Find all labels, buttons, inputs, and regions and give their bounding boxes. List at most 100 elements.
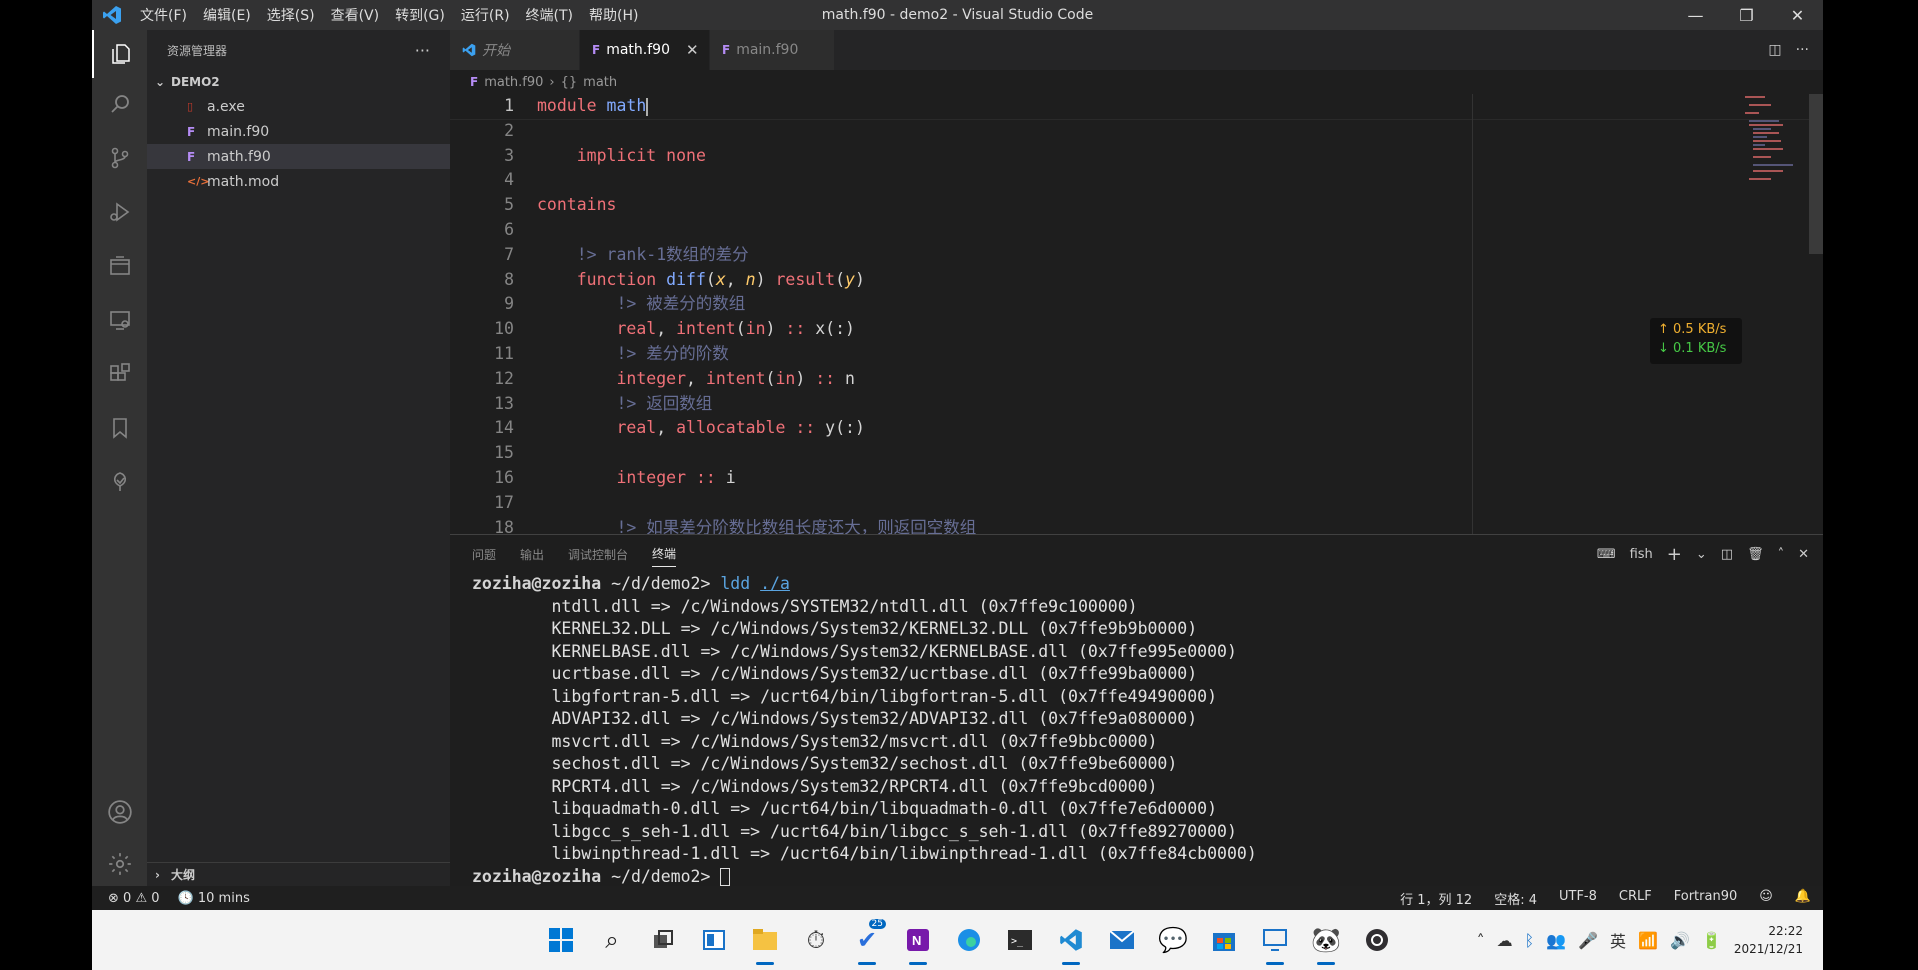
language-mode[interactable]: Fortran90: [1674, 889, 1738, 908]
source-control-icon[interactable]: [92, 134, 147, 182]
todo-icon[interactable]: ✔ 25: [848, 919, 886, 965]
code-line[interactable]: 1 module math: [450, 94, 1823, 120]
people-icon[interactable]: 👥: [1546, 931, 1566, 950]
code-line[interactable]: 12 integer, intent(in) :: n: [450, 367, 1823, 392]
code-line[interactable]: 16 integer :: i: [450, 466, 1823, 491]
widgets-icon[interactable]: [695, 921, 733, 959]
shell-name[interactable]: fish: [1630, 547, 1653, 562]
remote-explorer-icon[interactable]: [92, 296, 147, 344]
timer-status[interactable]: 🕓 10 mins: [178, 891, 250, 906]
code-line[interactable]: 11 !> 差分的阶数: [450, 342, 1823, 367]
file-item-a-exe[interactable]: ▯ a.exe: [147, 94, 450, 119]
code-line[interactable]: 18 !> 如果差分阶数比数组长度还大，则返回空数组: [450, 516, 1823, 534]
file-item-main-f90[interactable]: F main.f90: [147, 119, 450, 144]
task-view-icon[interactable]: [644, 921, 682, 959]
breadcrumb-symbol[interactable]: math: [583, 75, 617, 90]
restore-button[interactable]: ❐: [1721, 0, 1772, 30]
feedback-icon[interactable]: ☺: [1759, 889, 1773, 908]
code-line[interactable]: 9 !> 被差分的数组: [450, 292, 1823, 317]
tab-main-f90[interactable]: F main.f90: [710, 30, 835, 70]
code-line[interactable]: 10 real, intent(in) :: x(:): [450, 317, 1823, 342]
outline-section[interactable]: › 大纲: [147, 862, 450, 886]
start-menu-icon[interactable]: [542, 921, 580, 959]
search-icon[interactable]: ⌕: [593, 921, 631, 959]
ime-indicator[interactable]: 英: [1610, 928, 1626, 952]
terminal[interactable]: zoziha@zoziha ~/d/demo2> ldd ./a ntdll.d…: [450, 573, 1823, 888]
wifi-icon[interactable]: 📶: [1638, 931, 1658, 950]
code-line[interactable]: 2: [450, 119, 1823, 144]
code-line[interactable]: 14 real, allocatable :: y(:): [450, 416, 1823, 441]
onenote-icon[interactable]: N: [899, 921, 937, 965]
code-editor[interactable]: 1 module math 2 3 implicit none 4 5 contains 6 7…: [450, 94, 1823, 534]
wechat-icon[interactable]: 💬: [1154, 921, 1192, 959]
code-line[interactable]: 5 contains: [450, 193, 1823, 218]
tab-math-f90[interactable]: F math.f90 ✕: [580, 30, 710, 70]
close-tab-icon[interactable]: ✕: [686, 41, 699, 59]
close-panel-icon[interactable]: ✕: [1798, 547, 1809, 562]
split-editor-icon[interactable]: ◫: [1768, 42, 1781, 58]
chevron-up-icon[interactable]: ˄: [1477, 931, 1485, 950]
file-item-math-f90[interactable]: F math.f90: [147, 144, 450, 169]
remote-desktop-icon[interactable]: [1256, 921, 1294, 965]
more-actions-icon[interactable]: ···: [415, 41, 430, 60]
menu-run[interactable]: 运行(R): [453, 5, 518, 25]
close-window-button[interactable]: ✕: [1772, 0, 1823, 30]
more-actions-icon[interactable]: ···: [1796, 42, 1809, 58]
accounts-icon[interactable]: [92, 788, 147, 836]
minimap[interactable]: [1743, 94, 1809, 184]
vscode-app-icon[interactable]: [1052, 921, 1090, 965]
menu-file[interactable]: 文件(F): [132, 5, 195, 25]
code-line[interactable]: 17: [450, 491, 1823, 516]
bookmarks-icon[interactable]: [92, 404, 147, 452]
new-terminal-icon[interactable]: +: [1667, 544, 1682, 565]
scrollbar-thumb[interactable]: [1809, 94, 1823, 254]
clock-app-icon[interactable]: ⏱: [797, 921, 835, 959]
indentation[interactable]: 空格: 4: [1494, 889, 1537, 908]
code-line[interactable]: 13 !> 返回数组: [450, 392, 1823, 417]
menu-help[interactable]: 帮助(H): [581, 5, 646, 25]
onedrive-cloud-icon[interactable]: ☁: [1497, 931, 1513, 950]
menu-view[interactable]: 查看(V): [323, 5, 388, 25]
split-terminal-icon[interactable]: ◫: [1721, 547, 1733, 562]
tab-welcome[interactable]: 开始: [450, 30, 580, 70]
menu-go[interactable]: 转到(G): [387, 5, 453, 25]
tab-problems[interactable]: 问题: [472, 546, 496, 563]
menu-terminal[interactable]: 终端(T): [518, 5, 581, 25]
menu-selection[interactable]: 选择(S): [259, 5, 323, 25]
obs-icon[interactable]: [1358, 921, 1396, 959]
code-line[interactable]: 6: [450, 218, 1823, 243]
minimize-button[interactable]: —: [1670, 0, 1721, 30]
extensions-icon[interactable]: [92, 350, 147, 398]
breadcrumb-file[interactable]: math.f90: [484, 75, 543, 90]
cursor-position[interactable]: 行 1，列 12: [1400, 889, 1472, 908]
search-icon[interactable]: [92, 80, 147, 128]
file-explorer-icon[interactable]: [746, 921, 784, 965]
terminal-app-icon[interactable]: >_: [1001, 921, 1039, 959]
code-line[interactable]: 15: [450, 441, 1823, 466]
folder-section[interactable]: ⌄ DEMO2: [147, 70, 450, 94]
settings-gear-icon[interactable]: [92, 840, 147, 888]
encoding[interactable]: UTF-8: [1559, 889, 1597, 908]
menu-edit[interactable]: 编辑(E): [195, 5, 259, 25]
maximize-panel-icon[interactable]: ˄: [1778, 547, 1785, 562]
clock[interactable]: 22:22 2021/12/21: [1734, 922, 1803, 958]
store-icon[interactable]: [1205, 921, 1243, 959]
notifications-bell-icon[interactable]: 🔔: [1795, 889, 1811, 908]
tab-debug-console[interactable]: 调试控制台: [568, 546, 628, 563]
bluetooth-icon[interactable]: ᛒ: [1525, 931, 1535, 950]
explorer-icon[interactable]: [92, 30, 147, 78]
battery-icon[interactable]: 🔋: [1702, 931, 1722, 950]
chevron-down-icon[interactable]: ⌄: [1696, 547, 1707, 562]
code-line[interactable]: 8 function diff(x, n) result(y): [450, 268, 1823, 293]
trash-icon[interactable]: 🗑: [1747, 547, 1764, 562]
tab-terminal[interactable]: 终端: [652, 545, 677, 567]
code-line[interactable]: 4: [450, 168, 1823, 193]
edge-browser-icon[interactable]: [950, 921, 988, 959]
git-graph-icon[interactable]: [92, 458, 147, 506]
volume-icon[interactable]: 🔊: [1670, 931, 1690, 950]
code-line[interactable]: 3 implicit none: [450, 144, 1823, 169]
project-manager-icon[interactable]: [92, 242, 147, 290]
tab-output[interactable]: 输出: [520, 546, 544, 563]
microphone-icon[interactable]: 🎤: [1578, 931, 1598, 950]
run-debug-icon[interactable]: [92, 188, 147, 236]
